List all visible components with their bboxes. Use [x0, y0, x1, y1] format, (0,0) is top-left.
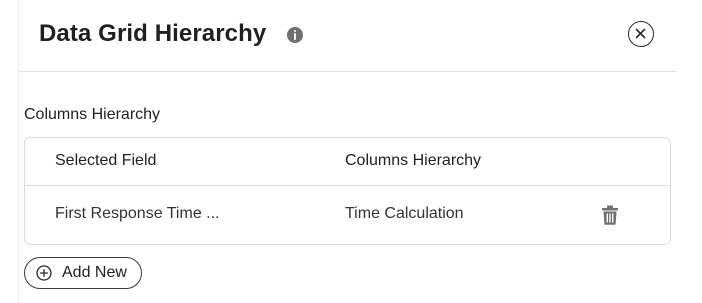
info-icon[interactable]: [287, 27, 303, 43]
selected-field-cell[interactable]: First Response Time ...: [55, 205, 220, 223]
table-row: First Response Time ... Time Calculation: [25, 186, 670, 244]
column-header-columns-hierarchy: Columns Hierarchy: [345, 152, 482, 169]
column-header-selected-field: Selected Field: [55, 152, 157, 169]
columns-hierarchy-cell[interactable]: Time Calculation: [345, 205, 464, 223]
close-icon: [635, 28, 646, 39]
data-grid-hierarchy-dialog: Data Grid Hierarchy Columns Hierarchy Se…: [0, 0, 702, 303]
add-new-button[interactable]: Add New: [24, 257, 142, 289]
add-new-label: Add New: [62, 264, 127, 281]
section-label: Columns Hierarchy: [24, 106, 161, 123]
plus-circle-icon: [36, 265, 52, 281]
trash-icon[interactable]: [601, 205, 619, 225]
hierarchy-table: Selected Field Columns Hierarchy First R…: [24, 137, 671, 245]
table-header: Selected Field Columns Hierarchy: [25, 138, 670, 186]
dialog-title: Data Grid Hierarchy: [39, 20, 267, 47]
dialog-header: Data Grid Hierarchy: [18, 0, 676, 72]
close-button[interactable]: [628, 21, 654, 47]
